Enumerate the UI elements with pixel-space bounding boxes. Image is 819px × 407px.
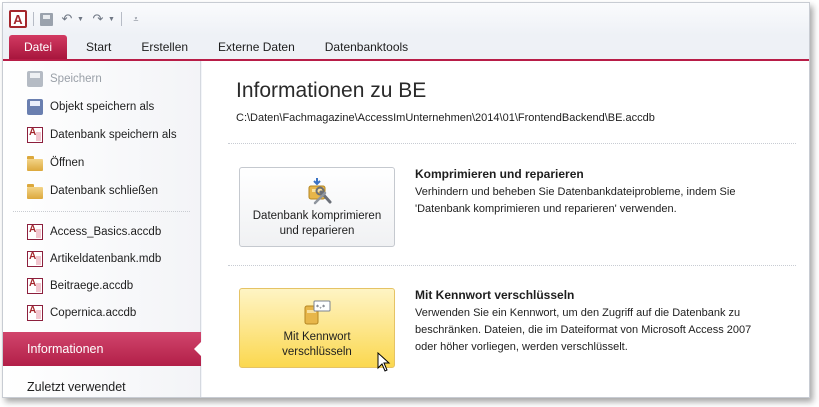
quick-access-toolbar: A ↶ ▼ ↷ ▼ ⩡ (3, 3, 809, 35)
tab-datenbanktools[interactable]: Datenbanktools (310, 35, 423, 59)
compact-repair-label: Datenbank komprimieren und reparieren (252, 210, 382, 237)
access-app-icon[interactable]: A (9, 10, 27, 28)
nav-label: Speichern (50, 73, 102, 85)
compact-repair-button[interactable]: Datenbank komprimieren und reparieren (239, 167, 395, 247)
recent-file[interactable]: Beitraege.accdb (3, 272, 200, 299)
mouse-cursor-icon (377, 352, 391, 372)
section-separator (228, 265, 796, 266)
tab-erstellen[interactable]: Erstellen (126, 35, 203, 59)
compact-repair-description: Verhindern und beheben Sie Datenbankdate… (415, 186, 736, 215)
recent-file[interactable]: Access_Basics.accdb (3, 218, 200, 245)
compact-repair-title: Komprimieren und reparieren (415, 167, 584, 181)
nav-separator (13, 211, 190, 212)
recent-file-label: Access_Basics.accdb (50, 225, 162, 238)
page-title: Informationen zu BE (236, 79, 427, 102)
recent-file[interactable]: Copernica.accdb (3, 299, 200, 326)
encrypt-password-description: Verwenden Sie ein Kennwort, um den Zugri… (415, 307, 752, 353)
customize-icon[interactable]: ⩡ (128, 11, 144, 27)
tab-externe-daten[interactable]: Externe Daten (203, 35, 310, 59)
tab-start[interactable]: Start (71, 35, 126, 59)
nav-label: Datenbank schließen (50, 185, 159, 197)
toolbar-separator (33, 12, 34, 26)
save-icon (27, 71, 43, 87)
compact-repair-icon (308, 178, 332, 205)
toolbar-separator (120, 12, 122, 26)
access-db-icon (27, 304, 43, 321)
recent-file-label: Copernica.accdb (50, 306, 137, 319)
nav-oeffnen[interactable]: Öffnen (3, 149, 200, 177)
nav-datenbank-schliessen[interactable]: Datenbank schließen (3, 177, 200, 205)
undo-icon[interactable]: ↶ (59, 11, 75, 27)
tab-datei[interactable]: Datei (9, 35, 68, 59)
undo-dropdown-icon[interactable]: ▼ (77, 16, 84, 23)
encrypt-password-label: Mit Kennwort verschlüsseln (282, 331, 352, 358)
access-db-icon (27, 277, 43, 294)
section-separator (228, 143, 796, 144)
access-window: A ↶ ▼ ↷ ▼ ⩡ Datei Start Erstellen Extern… (2, 2, 810, 398)
recent-file-label: Beitraege.accdb (50, 279, 134, 292)
encrypt-password-button[interactable]: *₊* Mit Kennwort verschlüsseln (239, 288, 395, 368)
info-pane: Informationen zu BE C:\Daten\Fachmagazin… (202, 61, 809, 397)
access-db-icon (27, 223, 43, 240)
redo-dropdown-icon[interactable]: ▼ (108, 16, 115, 23)
recent-file-label: Artikeldatenbank.mdb (50, 252, 162, 265)
encrypt-password-icon: *₊* (304, 300, 331, 325)
nav-label: Datenbank speichern als (50, 129, 177, 141)
nav-label: Objekt speichern als (50, 101, 155, 113)
nav-label: Öffnen (50, 157, 85, 169)
nav-datenbank-speichern-als[interactable]: Datenbank speichern als (3, 121, 200, 149)
encrypt-password-title: Mit Kennwort verschlüsseln (415, 288, 575, 302)
nav-speichern[interactable]: Speichern (3, 65, 200, 93)
backstage-nav: Speichern Objekt speichern als Datenbank… (3, 61, 202, 397)
recent-file[interactable]: Artikeldatenbank.mdb (3, 245, 200, 272)
nav-zuletzt-verwendet[interactable]: Zuletzt verwendet (3, 370, 200, 397)
database-path: C:\Daten\Fachmagazine\AccessImUnternehme… (236, 112, 655, 124)
svg-text:*₊*: *₊* (316, 304, 325, 311)
nav-objekt-speichern-als[interactable]: Objekt speichern als (3, 93, 200, 121)
save-object-icon (27, 99, 43, 115)
nav-informationen[interactable]: Informationen (3, 332, 202, 366)
access-db-icon (27, 127, 43, 143)
redo-icon[interactable]: ↷ (90, 11, 106, 27)
save-icon[interactable] (40, 12, 53, 26)
ribbon-tabs: Datei Start Erstellen Externe Daten Date… (3, 35, 809, 61)
access-db-icon (27, 250, 43, 267)
open-folder-icon (27, 155, 43, 171)
close-folder-icon (27, 183, 43, 199)
